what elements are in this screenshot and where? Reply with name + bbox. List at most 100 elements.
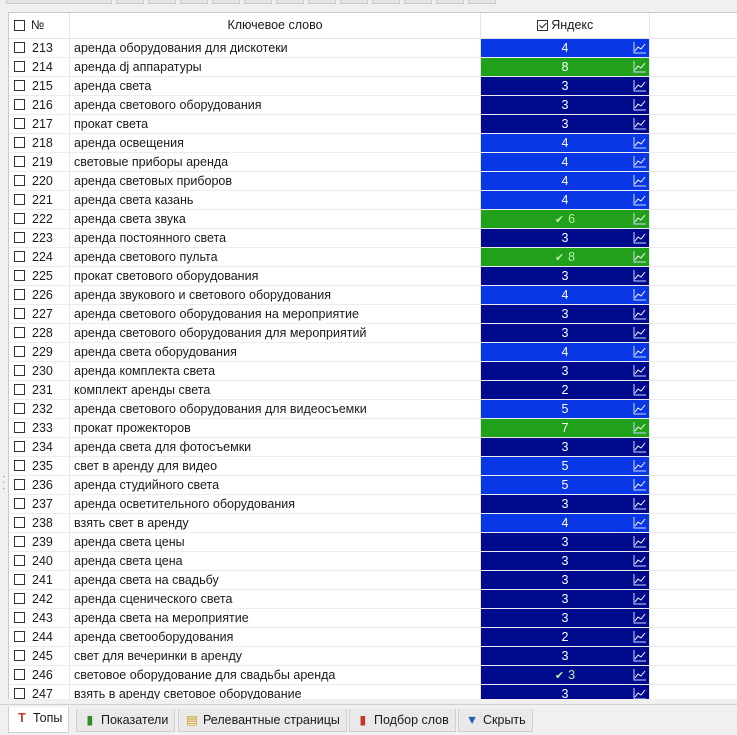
row-checkbox[interactable] xyxy=(14,384,25,395)
row-checkbox[interactable] xyxy=(14,631,25,642)
trend-chart-icon[interactable] xyxy=(633,649,647,662)
column-header-keyword[interactable]: Ключевое слово xyxy=(69,13,481,38)
trend-chart-icon[interactable] xyxy=(633,573,647,586)
yandex-position-cell[interactable]: 5 xyxy=(481,476,649,494)
row-checkbox[interactable] xyxy=(14,308,25,319)
table-row[interactable]: 226 аренда звукового и светового оборудов… xyxy=(9,286,737,305)
trend-chart-icon[interactable] xyxy=(633,611,647,624)
tab-2[interactable]: ▮ Показатели xyxy=(76,709,176,732)
toolbar-button[interactable] xyxy=(404,0,432,4)
yandex-position-cell[interactable]: 5 xyxy=(481,457,649,475)
trend-chart-icon[interactable] xyxy=(633,459,647,472)
row-checkbox[interactable] xyxy=(14,232,25,243)
trend-chart-icon[interactable] xyxy=(633,250,647,263)
table-row[interactable]: 221 аренда света казань 4 xyxy=(9,191,737,210)
row-checkbox[interactable] xyxy=(14,137,25,148)
trend-chart-icon[interactable] xyxy=(633,117,647,130)
trend-chart-icon[interactable] xyxy=(633,402,647,415)
table-row[interactable]: 239 аренда света цены 3 xyxy=(9,533,737,552)
row-checkbox[interactable] xyxy=(14,213,25,224)
row-checkbox[interactable] xyxy=(14,650,25,661)
toolbar-button[interactable] xyxy=(212,0,240,4)
table-row[interactable]: 245 свет для вечеринки в аренду 3 xyxy=(9,647,737,666)
row-checkbox[interactable] xyxy=(14,251,25,262)
yandex-position-cell[interactable]: 4 xyxy=(481,343,649,361)
row-checkbox[interactable] xyxy=(14,574,25,585)
table-row[interactable]: 237 аренда осветительного оборудования 3 xyxy=(9,495,737,514)
trend-chart-icon[interactable] xyxy=(633,345,647,358)
trend-chart-icon[interactable] xyxy=(633,326,647,339)
yandex-position-cell[interactable]: ✔ 3 xyxy=(481,666,649,684)
trend-chart-icon[interactable] xyxy=(633,288,647,301)
trend-chart-icon[interactable] xyxy=(633,136,647,149)
trend-chart-icon[interactable] xyxy=(633,364,647,377)
table-row[interactable]: 247 взять в аренду световое оборудование 3 xyxy=(9,685,737,699)
trend-chart-icon[interactable] xyxy=(633,592,647,605)
table-row[interactable]: 235 свет в аренду для видео 5 xyxy=(9,457,737,476)
trend-chart-icon[interactable] xyxy=(633,269,647,282)
row-checkbox[interactable] xyxy=(14,498,25,509)
table-row[interactable]: 219 световые приборы аренда 4 xyxy=(9,153,737,172)
row-checkbox[interactable] xyxy=(14,688,25,699)
toolbar-button[interactable] xyxy=(436,0,464,4)
trend-chart-icon[interactable] xyxy=(633,174,647,187)
table-row[interactable]: 236 аренда студийного света 5 xyxy=(9,476,737,495)
row-checkbox[interactable] xyxy=(14,346,25,357)
tab-5[interactable]: ▼ Скрыть xyxy=(458,709,533,732)
row-checkbox[interactable] xyxy=(14,99,25,110)
table-row[interactable]: 228 аренда светового оборудования для мер… xyxy=(9,324,737,343)
splitter-grip[interactable]: · · · xyxy=(2,472,5,494)
select-all-checkbox-cell[interactable] xyxy=(14,13,25,38)
yandex-position-cell[interactable]: 3 xyxy=(481,438,649,456)
table-row[interactable]: 238 взять свет в аренду 4 xyxy=(9,514,737,533)
row-checkbox[interactable] xyxy=(14,517,25,528)
toolbar-button[interactable] xyxy=(372,0,400,4)
yandex-position-cell[interactable]: 3 xyxy=(481,96,649,114)
row-checkbox[interactable] xyxy=(14,156,25,167)
trend-chart-icon[interactable] xyxy=(633,79,647,92)
yandex-position-cell[interactable]: 3 xyxy=(481,533,649,551)
toolbar-button[interactable] xyxy=(6,0,112,4)
row-checkbox[interactable] xyxy=(14,289,25,300)
table-row[interactable]: 217 прокат света 3 xyxy=(9,115,737,134)
yandex-position-cell[interactable]: 4 xyxy=(481,153,649,171)
trend-chart-icon[interactable] xyxy=(633,60,647,73)
table-row[interactable]: 232 аренда светового оборудования для вид… xyxy=(9,400,737,419)
row-checkbox[interactable] xyxy=(14,460,25,471)
row-checkbox[interactable] xyxy=(14,441,25,452)
table-row[interactable]: 222 аренда света звука ✔ 6 xyxy=(9,210,737,229)
yandex-position-cell[interactable]: 3 xyxy=(481,647,649,665)
row-checkbox[interactable] xyxy=(14,80,25,91)
yandex-position-cell[interactable]: 4 xyxy=(481,39,649,57)
yandex-position-cell[interactable]: 3 xyxy=(481,685,649,699)
row-checkbox[interactable] xyxy=(14,612,25,623)
column-header-yandex[interactable]: Яндекс xyxy=(481,13,649,38)
yandex-position-cell[interactable]: 3 xyxy=(481,305,649,323)
yandex-position-cell[interactable]: 7 xyxy=(481,419,649,437)
toolbar-button[interactable] xyxy=(180,0,208,4)
yandex-position-cell[interactable]: 3 xyxy=(481,267,649,285)
yandex-position-cell[interactable]: 3 xyxy=(481,77,649,95)
trend-chart-icon[interactable] xyxy=(633,98,647,111)
trend-chart-icon[interactable] xyxy=(633,193,647,206)
row-checkbox[interactable] xyxy=(14,327,25,338)
table-row[interactable]: 220 аренда световых приборов 4 xyxy=(9,172,737,191)
yandex-position-cell[interactable]: 4 xyxy=(481,286,649,304)
tab-1[interactable]: T Топы xyxy=(8,707,70,733)
row-checkbox[interactable] xyxy=(14,593,25,604)
yandex-position-cell[interactable]: 3 xyxy=(481,609,649,627)
yandex-column-checkbox[interactable] xyxy=(536,20,548,32)
row-checkbox[interactable] xyxy=(14,61,25,72)
table-row[interactable]: 246 световое оборудование для свадьбы аре… xyxy=(9,666,737,685)
table-row[interactable]: 240 аренда света цена 3 xyxy=(9,552,737,571)
yandex-position-cell[interactable]: 4 xyxy=(481,191,649,209)
yandex-position-cell[interactable]: 3 xyxy=(481,552,649,570)
row-checkbox[interactable] xyxy=(14,118,25,129)
yandex-position-cell[interactable]: 3 xyxy=(481,362,649,380)
toolbar-button[interactable] xyxy=(308,0,336,4)
yandex-position-cell[interactable]: 4 xyxy=(481,172,649,190)
trend-chart-icon[interactable] xyxy=(633,440,647,453)
yandex-position-cell[interactable]: 3 xyxy=(481,590,649,608)
table-row[interactable]: 225 прокат светового оборудования 3 xyxy=(9,267,737,286)
trend-chart-icon[interactable] xyxy=(633,516,647,529)
